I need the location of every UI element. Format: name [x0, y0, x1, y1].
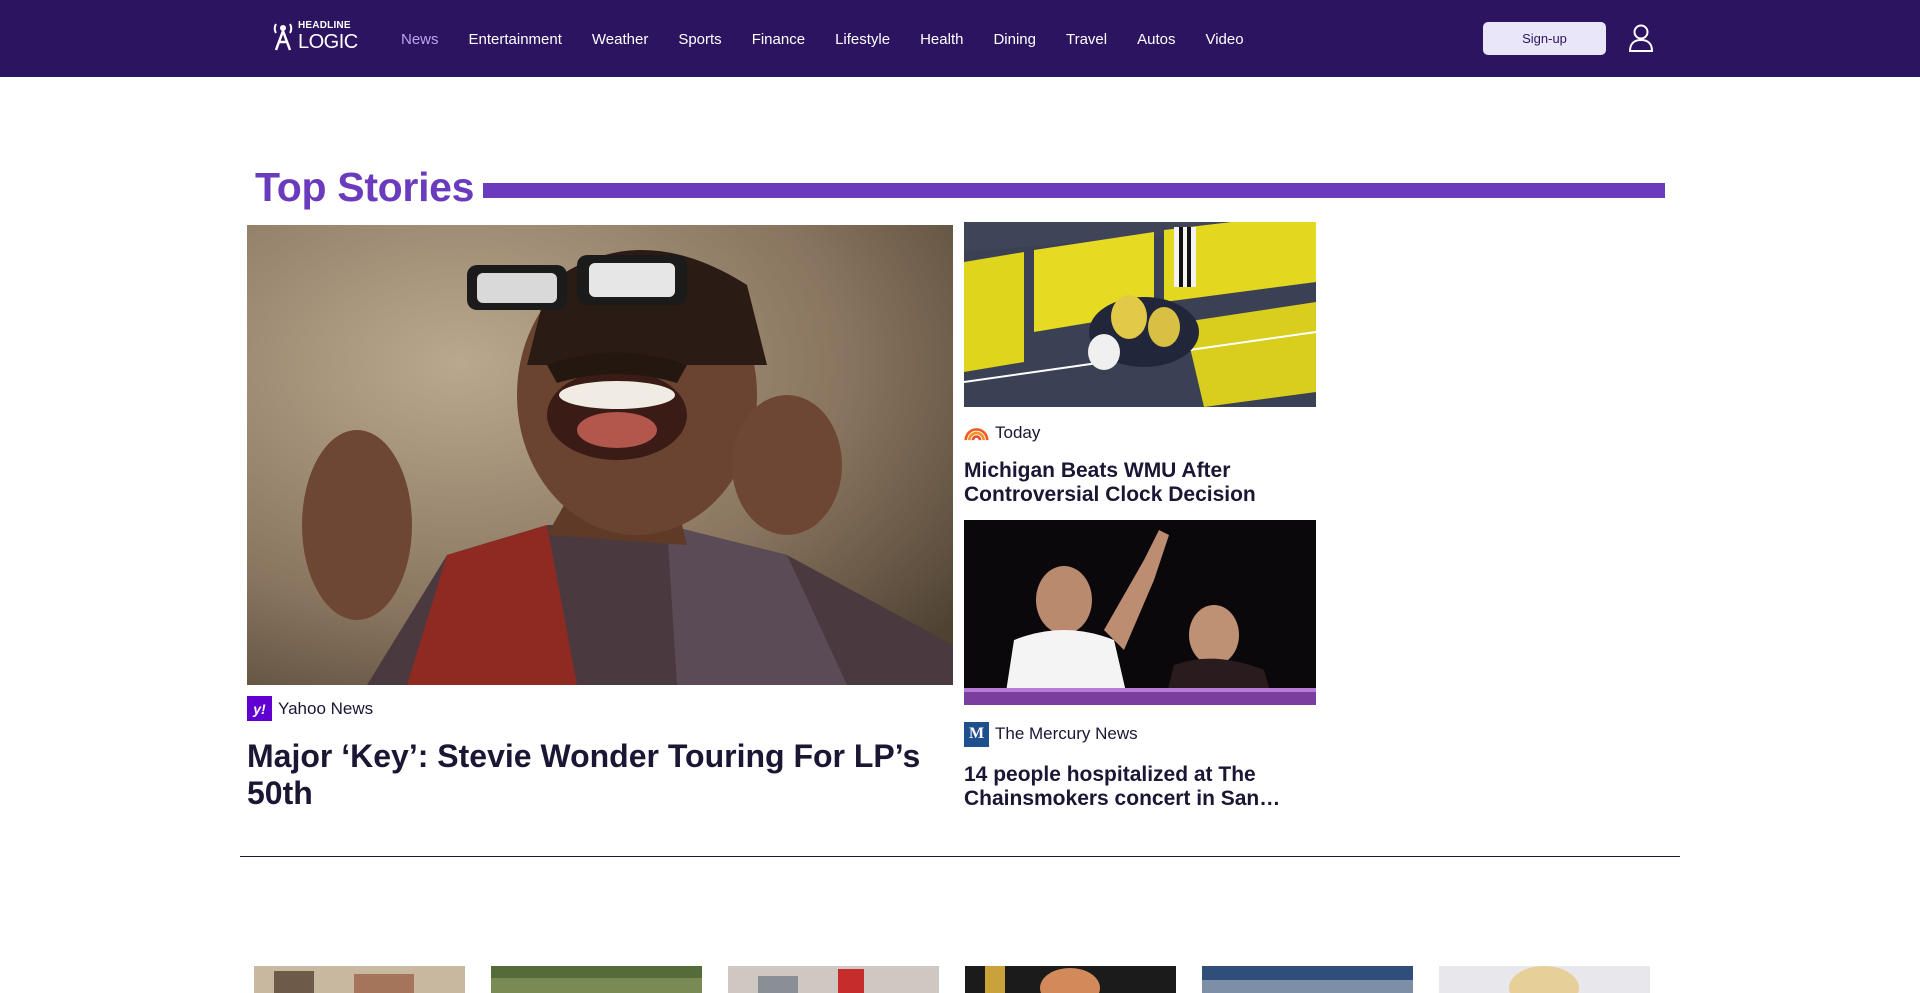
section-title: Top Stories — [255, 164, 475, 210]
nav-item-sports[interactable]: Sports — [678, 31, 721, 48]
today-rainbow-icon — [964, 421, 989, 446]
main-story-headline[interactable]: Major ‘Key’: Stevie Wonder Touring For L… — [247, 738, 947, 812]
antenna-tower-icon — [272, 21, 294, 51]
main-story-source-name: Yahoo News — [278, 698, 374, 718]
side-story-1-image[interactable] — [964, 222, 1316, 407]
side-story-2-source[interactable]: M The Mercury News — [964, 721, 1138, 747]
user-icon[interactable] — [1628, 24, 1654, 52]
side-story-2-image[interactable] — [964, 520, 1316, 705]
side-story-1-headline[interactable]: Michigan Beats WMU After Controversial C… — [964, 459, 1316, 507]
nav-item-health[interactable]: Health — [920, 31, 963, 48]
side-story-2-headline[interactable]: 14 people hospitalized at The Chainsmoke… — [964, 763, 1316, 811]
section-divider — [240, 856, 1680, 857]
main-story-image[interactable] — [247, 225, 953, 685]
yahoo-logo-icon: y! — [247, 696, 272, 721]
nav-item-travel[interactable]: Travel — [1066, 31, 1107, 48]
main-nav: News Entertainment Weather Sports Financ… — [401, 29, 1274, 49]
nav-item-weather[interactable]: Weather — [592, 31, 648, 48]
mercury-news-logo-icon: M — [964, 721, 989, 747]
story-thumbnail[interactable] — [728, 966, 939, 993]
nav-item-autos[interactable]: Autos — [1137, 31, 1175, 48]
story-thumbnail[interactable] — [965, 966, 1176, 993]
nav-item-finance[interactable]: Finance — [752, 31, 805, 48]
headline-logic-logo[interactable]: HEADLINE LOGIC — [272, 20, 364, 52]
logo-text-top: HEADLINE — [298, 19, 351, 31]
nav-item-entertainment[interactable]: Entertainment — [469, 31, 562, 48]
top-navigation-bar: HEADLINE LOGIC News Entertainment Weathe… — [0, 0, 1920, 77]
story-thumbnail[interactable] — [1202, 966, 1413, 993]
story-thumbnail[interactable] — [254, 966, 465, 993]
nav-item-dining[interactable]: Dining — [993, 31, 1036, 48]
nav-item-lifestyle[interactable]: Lifestyle — [835, 31, 890, 48]
nav-item-video[interactable]: Video — [1205, 31, 1243, 48]
side-story-1-source-name: Today — [995, 423, 1041, 442]
signup-button[interactable]: Sign-up — [1483, 22, 1606, 55]
main-story-source[interactable]: y! Yahoo News — [247, 696, 373, 721]
story-thumbnail[interactable] — [1439, 966, 1650, 993]
more-stories-row — [254, 966, 1654, 993]
logo-text-bottom: LOGIC — [298, 30, 358, 53]
nav-item-news[interactable]: News — [401, 31, 439, 48]
side-story-1-source[interactable]: Today — [964, 421, 1040, 445]
story-thumbnail[interactable] — [491, 966, 702, 993]
side-story-2-source-name: The Mercury News — [995, 724, 1138, 743]
section-title-rule — [483, 183, 1665, 198]
